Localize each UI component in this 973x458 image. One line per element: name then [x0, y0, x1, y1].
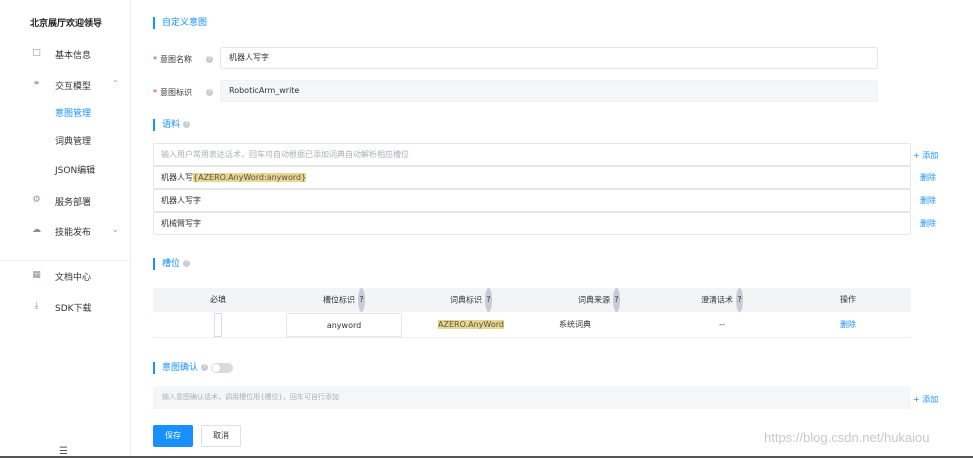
- section-title-text: 自定义意图: [162, 18, 208, 28]
- slot-delete-button[interactable]: 删除: [793, 313, 903, 337]
- intent-confirm-input[interactable]: 输入意图确认话术，调用槽位用{槽位}，回车可自行添加: [153, 386, 911, 409]
- watermark: https://blog.csdn.net/hukaiou: [764, 430, 930, 445]
- sidebar-item-skill-publish[interactable]: ☁ 技能发布 ⌄: [0, 221, 131, 241]
- intent-confirm-toggle[interactable]: [211, 362, 234, 373]
- chevron-down-icon: ⌄: [112, 225, 119, 234]
- section-title-intent-confirm: 意图确认?: [153, 362, 234, 374]
- intent-id-input: RoboticArm_write: [220, 80, 878, 102]
- table-row: anyword AZERO.AnyWord 系统词典 -- 删除: [153, 313, 911, 338]
- help-icon: ?: [206, 89, 213, 96]
- help-icon: ?: [358, 288, 365, 312]
- corpus-slot-highlight: {AZERO.AnyWord:anyword}: [193, 173, 307, 182]
- column-header-text: 词典标识: [450, 295, 482, 305]
- sidebar-subitem-json-editor[interactable]: JSON编辑: [55, 163, 95, 176]
- sidebar-item-interaction-model[interactable]: ⚭ 交互模型 ⌃: [0, 75, 131, 95]
- download-icon: ⤓: [34, 301, 39, 311]
- dict-id-text: AZERO.AnyWord: [438, 320, 504, 329]
- column-header: 澄清话术?: [665, 288, 779, 312]
- save-button[interactable]: 保存: [153, 425, 193, 447]
- required-checkbox[interactable]: [214, 313, 222, 337]
- main-content: 自定义意图 * 意图名称? 机器人写字 * 意图标识? RoboticArm_wri…: [131, 0, 973, 458]
- sidebar-divider: [0, 260, 131, 261]
- sidebar-item-label: 技能发布: [55, 228, 92, 238]
- column-header: 槽位标识?: [286, 288, 402, 312]
- corpus-item: 机器人写{AZERO.AnyWord:anyword}: [153, 166, 911, 189]
- label-text: 意图名称: [160, 55, 192, 64]
- dict-id-cell: AZERO.AnyWord: [411, 313, 531, 337]
- corpus-text: 机器人写: [161, 173, 193, 182]
- clarify-cell: --: [719, 320, 725, 329]
- required-mark: *: [153, 55, 157, 64]
- required-mark: *: [153, 88, 157, 97]
- corpus-text: 机器人写字: [161, 196, 201, 205]
- cancel-button[interactable]: 取消: [201, 425, 241, 447]
- label-text: 意图标识: [160, 88, 192, 97]
- intent-name-label: * 意图名称?: [153, 54, 213, 65]
- chevron-up-icon: ⌃: [112, 79, 119, 88]
- section-title-slots: 槽位?: [153, 258, 191, 270]
- help-icon: ?: [206, 56, 213, 63]
- corpus-delete-button[interactable]: 删除: [920, 195, 936, 206]
- dict-source-cell: 系统词典: [559, 320, 591, 329]
- cloud-upload-icon: ☁: [32, 225, 41, 235]
- help-icon: ?: [201, 364, 209, 371]
- corpus-input[interactable]: 输入用户常用表达话术，回车可自动根据已添加词典自动解析相应槽位: [153, 143, 911, 166]
- corpus-text: 机械臂写字: [161, 219, 201, 228]
- project-title: 北京展厅欢迎领导: [30, 19, 103, 29]
- column-header-text: 澄清话术: [701, 295, 733, 305]
- corpus-delete-button[interactable]: 删除: [920, 172, 936, 183]
- intent-id-label: * 意图标识?: [153, 87, 213, 98]
- intent-confirm-add-button[interactable]: + 添加: [913, 394, 938, 405]
- section-title-corpus: 语料?: [153, 119, 191, 131]
- section-title-text: 意图确认: [162, 363, 199, 373]
- help-icon: ?: [736, 288, 743, 312]
- corpus-add-button[interactable]: + 添加: [913, 150, 938, 161]
- column-header-text: 槽位标识: [323, 295, 355, 305]
- section-title-text: 语料: [162, 120, 181, 130]
- slot-table-header: 必填 槽位标识? 词典标识? 词典来源? 澄清话术? 操作: [153, 288, 911, 312]
- corpus-item: 机器人写字: [153, 189, 911, 212]
- intent-name-input[interactable]: 机器人写字: [220, 47, 878, 69]
- corpus-item: 机械臂写字: [153, 212, 911, 235]
- sidebar-item-doc-center[interactable]: ▦ 文档中心: [0, 266, 131, 286]
- help-icon: ?: [183, 121, 191, 128]
- corpus-delete-button[interactable]: 删除: [920, 218, 936, 229]
- sidebar-item-basic-info[interactable]: □ 基本信息: [0, 44, 131, 64]
- document-icon: □: [32, 48, 41, 58]
- gear-icon: ⚙: [32, 195, 41, 205]
- sidebar: 北京展厅欢迎领导 □ 基本信息 ⚭ 交互模型 ⌃ 意图管理 词典管理 JSON编…: [0, 0, 131, 458]
- sidebar-item-sdk-download[interactable]: ⤓ SDK下载: [0, 297, 131, 317]
- sidebar-item-label: 文档中心: [55, 273, 92, 283]
- sidebar-subitem-intent-management[interactable]: 意图管理: [55, 106, 91, 119]
- help-icon: ?: [183, 260, 191, 267]
- section-title-custom-intent: 自定义意图: [153, 17, 207, 29]
- help-icon: ?: [485, 288, 492, 312]
- doc-center-icon: ▦: [32, 270, 41, 280]
- column-header: 必填: [210, 295, 226, 304]
- column-header: 词典来源?: [543, 288, 655, 312]
- sidebar-item-service-deploy[interactable]: ⚙ 服务部署: [0, 191, 131, 211]
- help-icon: ?: [613, 288, 620, 312]
- column-header: 操作: [840, 295, 856, 304]
- column-header-text: 词典来源: [578, 295, 610, 305]
- interaction-icon: ⚭: [32, 79, 41, 89]
- sidebar-item-label: 交互模型: [55, 82, 92, 92]
- sidebar-item-label: 基本信息: [55, 51, 92, 61]
- sidebar-item-label: SDK下载: [55, 304, 92, 314]
- column-header: 词典标识?: [411, 288, 531, 312]
- sidebar-item-label: 服务部署: [55, 198, 92, 208]
- sidebar-subitem-dictionary-management[interactable]: 词典管理: [55, 134, 91, 147]
- section-title-text: 槽位: [162, 259, 181, 269]
- slot-id-input[interactable]: anyword: [286, 313, 402, 337]
